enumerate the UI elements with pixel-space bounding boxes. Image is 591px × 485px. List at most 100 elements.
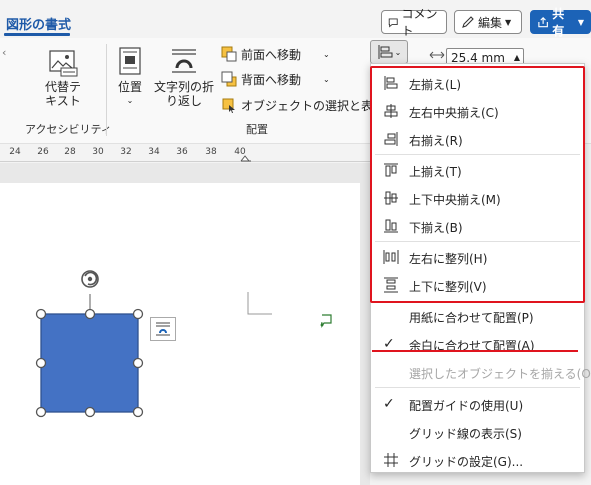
menu-divider xyxy=(375,241,580,242)
chevron-down-icon: ▼ xyxy=(505,17,512,27)
menu-item-label: 左右に整列(H) xyxy=(409,252,488,266)
position-icon xyxy=(119,47,141,75)
margin-corner-mark xyxy=(247,292,272,315)
menu-item-align-middle[interactable]: 上下中央揃え(M) xyxy=(371,184,584,212)
ruler-tick: 24 xyxy=(9,147,21,157)
menu-item-align-top[interactable]: 上揃え(T) xyxy=(371,156,584,184)
wrap-text-icon xyxy=(172,49,196,73)
align-top-icon xyxy=(384,163,398,177)
share-button-label: 共有 xyxy=(552,7,565,38)
send-backward-label: 背面へ移動 xyxy=(241,72,302,87)
menu-item-grid-settings[interactable]: グリッドの設定(G)... xyxy=(371,446,584,474)
ruler-tick: 28 xyxy=(64,147,76,157)
distribute-vertical-icon xyxy=(384,277,398,293)
layout-options-button[interactable] xyxy=(150,317,176,341)
tab-shape-format[interactable]: 図形の書式 xyxy=(6,14,71,33)
align-button[interactable]: ⌄ xyxy=(370,40,408,64)
check-icon: ✓ xyxy=(383,396,395,412)
position-button[interactable]: 位置 ⌄ xyxy=(114,46,146,108)
alt-text-button[interactable]: 代替テ キスト xyxy=(40,48,86,108)
share-button[interactable]: 共有 ▼ xyxy=(530,7,591,38)
position-label: 位置 xyxy=(117,80,142,94)
layout-options-icon xyxy=(156,322,170,336)
accessibility-group-label: アクセシビリティ xyxy=(25,123,112,136)
align-right-icon xyxy=(384,132,398,146)
align-dropdown-menu: 左揃え(L) 左右中央揃え(C) 右揃え(R) 上揃え(T) 上下中央揃え(M)… xyxy=(370,63,591,474)
chevron-down-icon: ⌄ xyxy=(394,47,402,57)
menu-item-label: 左右中央揃え(C) xyxy=(409,106,499,120)
wrap-text-button[interactable]: 文字列の折 り返し xyxy=(152,46,216,108)
ruler-tick: 30 xyxy=(92,147,104,157)
menu-divider xyxy=(375,154,580,155)
comment-button-label: コメント xyxy=(401,7,438,38)
align-bottom-icon xyxy=(384,219,398,233)
tab-active-indicator xyxy=(4,33,70,36)
wrap-text-label-1: 文字列の折 xyxy=(153,80,214,94)
edit-button-label: 編集 xyxy=(478,15,503,30)
comment-icon xyxy=(388,17,398,27)
selected-rectangle-shape[interactable] xyxy=(30,262,160,422)
alt-text-icon xyxy=(49,50,78,77)
menu-item-distribute-horizontally[interactable]: 左右に整列(H) xyxy=(371,243,584,271)
wrap-text-label-2: り返し xyxy=(165,94,202,108)
pencil-icon xyxy=(462,16,474,28)
scroll-left-icon[interactable]: ‹ xyxy=(2,46,6,59)
share-icon xyxy=(538,16,548,27)
menu-item-label: グリッドの設定(G)... xyxy=(409,455,524,469)
send-backward-icon xyxy=(221,71,237,87)
comment-button[interactable]: コメント xyxy=(381,7,447,38)
menu-item-label: 選択したオブジェクトを揃える(O) xyxy=(409,367,591,381)
align-middle-icon xyxy=(384,191,398,205)
menu-item-label: 上揃え(T) xyxy=(409,165,462,179)
menu-item-label: 配置ガイドの使用(U) xyxy=(409,399,524,413)
alt-text-label-1: 代替テ xyxy=(44,80,81,94)
menu-item-label: 下揃え(B) xyxy=(409,221,463,235)
ruler-tick: 34 xyxy=(148,147,160,157)
highlight-underline xyxy=(372,350,578,352)
rotate-handle-icon[interactable] xyxy=(81,270,99,288)
menu-item-align-right[interactable]: 右揃え(R) xyxy=(371,125,584,153)
ruler-tick: 32 xyxy=(120,147,132,157)
menu-item-label: 上下中央揃え(M) xyxy=(409,193,501,207)
selection-pane-label: オブジェクトの選択と表示 xyxy=(241,98,386,113)
menu-item-label: 上下に整列(V) xyxy=(409,280,487,294)
distribute-horizontal-icon xyxy=(383,250,399,264)
align-left-icon xyxy=(384,76,398,90)
alt-text-label-2: キスト xyxy=(45,94,81,108)
bring-forward-icon xyxy=(221,46,237,62)
menu-item-distribute-vertically[interactable]: 上下に整列(V) xyxy=(371,271,584,299)
grid-icon xyxy=(384,453,398,467)
menu-item-align-bottom[interactable]: 下揃え(B) xyxy=(371,212,584,240)
menu-item-label: 右揃え(R) xyxy=(409,134,463,148)
ruler-tick: 36 xyxy=(176,147,188,157)
horizontal-ruler[interactable]: 24 26 28 30 32 34 36 38 40 xyxy=(0,144,370,162)
align-left-icon xyxy=(378,45,393,59)
align-center-icon xyxy=(384,104,398,118)
anchor-icon xyxy=(320,314,332,328)
menu-item-align-center[interactable]: 左右中央揃え(C) xyxy=(371,97,584,125)
bring-forward-button[interactable]: 前面へ移動 ⌄ xyxy=(221,43,330,65)
chevron-down-icon: ▼ xyxy=(577,17,584,27)
indent-marker-icon[interactable] xyxy=(240,152,252,162)
menu-item-align-to-page[interactable]: 用紙に合わせて配置(P) xyxy=(371,302,584,330)
chevron-down-icon: ⌄ xyxy=(126,96,134,105)
menu-item-label: 左揃え(L) xyxy=(409,78,462,92)
menu-item-align-to-margin[interactable]: ✓ 余白に合わせて配置(A) xyxy=(371,330,584,358)
selection-pane-icon xyxy=(222,98,235,113)
selection-pane-button[interactable]: オブジェクトの選択と表示 xyxy=(221,94,385,116)
menu-item-use-alignment-guides[interactable]: ✓ 配置ガイドの使用(U) xyxy=(371,390,584,418)
send-backward-button[interactable]: 背面へ移動 ⌄ xyxy=(221,68,330,90)
menu-divider xyxy=(375,387,580,388)
edit-button[interactable]: 編集 ▼ xyxy=(454,10,522,34)
menu-item-label: 用紙に合わせて配置(P) xyxy=(409,311,534,325)
group-separator xyxy=(106,44,107,136)
chevron-down-icon: ⌄ xyxy=(323,74,330,84)
ruler-tick: 38 xyxy=(205,147,217,157)
chevron-down-icon: ⌄ xyxy=(323,49,330,59)
menu-item-align-selected-objects: 選択したオブジェクトを揃える(O) xyxy=(371,358,591,386)
menu-item-view-gridlines[interactable]: グリッド線の表示(S) xyxy=(371,418,584,446)
bring-forward-label: 前面へ移動 xyxy=(241,47,302,62)
arrange-group-label: 配置 xyxy=(246,123,268,136)
menu-item-align-left[interactable]: 左揃え(L) xyxy=(371,69,584,97)
ruler-tick: 26 xyxy=(37,147,49,157)
